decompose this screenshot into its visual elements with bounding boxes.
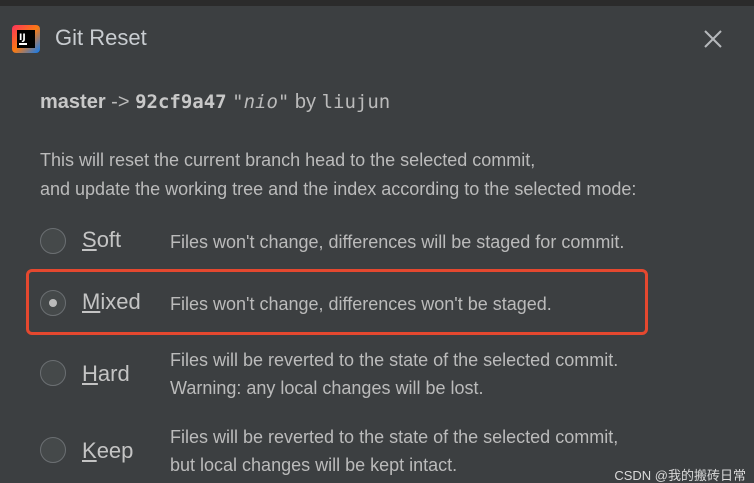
keep-label[interactable]: Keep: [82, 437, 133, 465]
keep-description-line-1: Files will be reverted to the state of t…: [170, 427, 619, 447]
hard-description-line-1: Files will be reverted to the state of t…: [170, 350, 619, 370]
hard-radio[interactable]: [40, 360, 66, 386]
hard-mnemonic: H: [82, 361, 98, 386]
reset-description: This will reset the current branch head …: [40, 146, 636, 204]
soft-description-line-1: Files won't change, differences will be …: [170, 232, 625, 252]
mixed-radio[interactable]: [40, 290, 66, 316]
soft-description: Files won't change, differences will be …: [170, 228, 624, 256]
hard-description: Files will be reverted to the state of t…: [170, 346, 618, 402]
keep-description-line-2: but local changes will be kept intact.: [170, 455, 458, 475]
mixed-label-rest: ixed: [100, 289, 141, 314]
branch-name: master: [40, 91, 106, 113]
soft-radio[interactable]: [40, 228, 66, 254]
hard-label-rest: ard: [97, 361, 130, 386]
keep-radio[interactable]: [40, 437, 66, 463]
radio-selected-dot: [49, 299, 57, 307]
soft-mnemonic: S: [82, 227, 97, 252]
commit-hash: 92cf9a47: [135, 91, 227, 113]
mixed-label[interactable]: Mixed: [82, 288, 141, 316]
commit-summary: master -> 92cf9a47 "nio" by liujun: [40, 88, 390, 116]
mixed-mnemonic: M: [82, 289, 101, 314]
watermark: CSDN @我的搬砖日常: [614, 468, 746, 483]
svg-text:IJ: IJ: [19, 33, 26, 43]
by-label: by: [294, 91, 317, 113]
keep-description: Files will be reverted to the state of t…: [170, 423, 618, 479]
keep-mnemonic: K: [82, 438, 97, 463]
dialog-title: Git Reset: [55, 25, 147, 50]
commit-author: liujun: [321, 91, 391, 113]
close-icon[interactable]: [700, 26, 726, 52]
keep-label-rest: eep: [96, 438, 134, 463]
git-reset-dialog: IJ Git Reset master -> 92cf9a47 "nio" by…: [0, 0, 754, 483]
mixed-description: Files won't change, differences won't be…: [170, 290, 552, 318]
soft-label-rest: oft: [96, 227, 122, 252]
arrow: ->: [111, 91, 130, 113]
soft-label[interactable]: Soft: [82, 226, 121, 254]
hard-label[interactable]: Hard: [82, 360, 130, 388]
commit-message: "nio": [232, 91, 290, 113]
title-bar: IJ Git Reset: [0, 6, 754, 66]
hard-description-line-2: Warning: any local changes will be lost.: [170, 378, 484, 398]
description-line-2: and update the working tree and the inde…: [40, 179, 637, 199]
mixed-description-line-1: Files won't change, differences won't be…: [170, 294, 552, 314]
description-line-1: This will reset the current branch head …: [40, 150, 536, 170]
intellij-idea-icon: IJ: [12, 25, 40, 53]
